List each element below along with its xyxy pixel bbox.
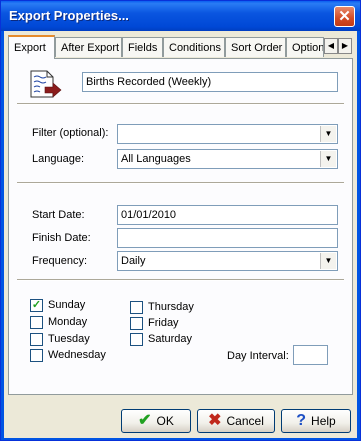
check-icon: ✔: [138, 412, 152, 429]
close-icon[interactable]: ✕: [334, 6, 355, 27]
chevron-down-icon[interactable]: ▼: [320, 151, 336, 167]
export-name-field[interactable]: Births Recorded (Weekly): [82, 72, 338, 92]
wednesday-checkbox[interactable]: [30, 349, 43, 362]
x-icon: ✖: [208, 412, 222, 429]
help-label: Help: [311, 414, 336, 428]
language-select[interactable]: All Languages ▼: [117, 149, 338, 169]
divider: [17, 182, 344, 184]
tab-sort-order[interactable]: Sort Order: [225, 37, 286, 57]
tab-conditions[interactable]: Conditions: [163, 37, 225, 57]
tab-options[interactable]: Option: [286, 37, 324, 57]
sunday-checkbox[interactable]: ✓: [30, 299, 43, 312]
filter-label: Filter (optional):: [32, 127, 109, 139]
chevron-down-icon[interactable]: ▼: [320, 253, 336, 269]
divider: [17, 103, 344, 105]
cancel-button[interactable]: ✖ Cancel: [197, 409, 275, 433]
finish-date-label: Finish Date:: [32, 232, 91, 244]
start-date-field[interactable]: 01/01/2010: [117, 205, 338, 225]
wednesday-label: Wednesday: [48, 349, 106, 361]
day-interval-label: Day Interval:: [227, 350, 289, 362]
frequency-value: Daily: [121, 255, 146, 267]
dialog-body: Export After Export Fields Conditions So…: [4, 31, 357, 438]
day-interval-field[interactable]: [293, 345, 328, 365]
thursday-label: Thursday: [148, 301, 194, 313]
chevron-down-icon[interactable]: ▼: [320, 126, 336, 142]
friday-checkbox[interactable]: [130, 317, 143, 330]
frequency-label: Frequency:: [32, 255, 88, 267]
finish-date-field[interactable]: [117, 228, 338, 248]
filter-select[interactable]: ▼: [117, 124, 338, 144]
cancel-label: Cancel: [226, 414, 264, 428]
export-tab-panel: Births Recorded (Weekly) Filter (optiona…: [8, 58, 353, 395]
monday-checkbox[interactable]: [30, 316, 43, 329]
tuesday-checkbox[interactable]: [30, 333, 43, 346]
export-properties-window: Export Properties... ✕ Export After Expo…: [0, 0, 361, 441]
ok-button[interactable]: ✔ OK: [121, 409, 191, 433]
language-label: Language:: [32, 153, 84, 165]
saturday-label: Saturday: [148, 333, 193, 345]
chevron-left-icon[interactable]: ◀: [324, 38, 338, 54]
language-value: All Languages: [121, 153, 191, 165]
tab-fields[interactable]: Fields: [122, 37, 163, 57]
start-date-label: Start Date:: [32, 209, 85, 221]
thursday-checkbox[interactable]: [130, 301, 143, 314]
ok-label: OK: [156, 414, 174, 428]
frequency-select[interactable]: Daily ▼: [117, 251, 338, 271]
help-icon: ?: [296, 412, 307, 429]
export-document-icon: [30, 70, 62, 98]
monday-label: Monday: [48, 316, 88, 328]
friday-label: Friday: [148, 317, 179, 329]
help-button[interactable]: ? Help: [281, 409, 351, 433]
tab-export[interactable]: Export: [8, 35, 55, 59]
sunday-label: Sunday: [48, 299, 86, 311]
chevron-right-icon[interactable]: ▶: [338, 38, 352, 54]
tab-strip: Export After Export Fields Conditions So…: [8, 35, 353, 59]
tab-after-export[interactable]: After Export: [55, 37, 122, 57]
divider: [17, 279, 344, 281]
tuesday-label: Tuesday: [48, 333, 90, 345]
window-title: Export Properties...: [9, 8, 129, 23]
title-bar[interactable]: Export Properties... ✕: [1, 1, 360, 31]
saturday-checkbox[interactable]: [130, 333, 143, 346]
